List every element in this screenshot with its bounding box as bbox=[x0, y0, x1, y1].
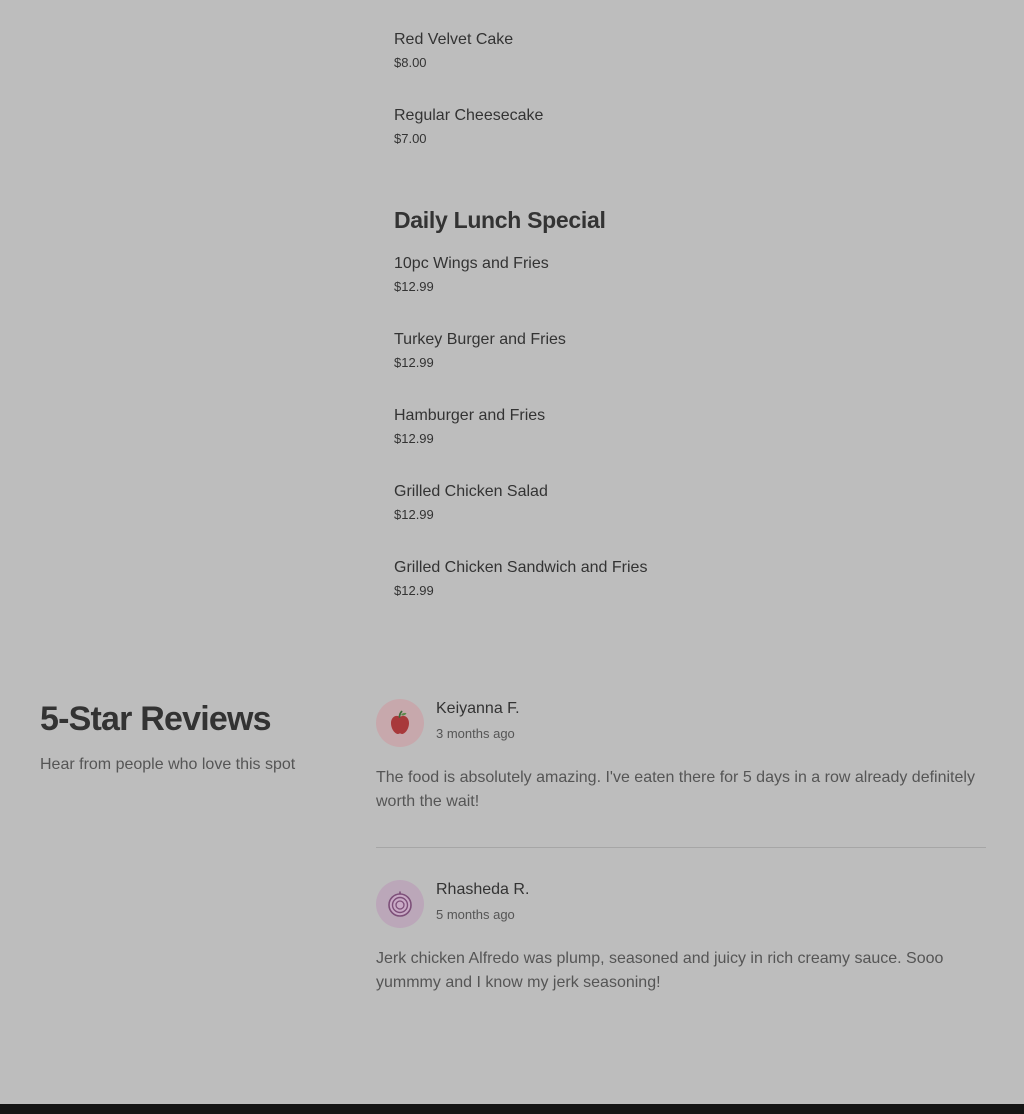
footer-bar bbox=[0, 1104, 1024, 1114]
menu-item-price: $7.00 bbox=[394, 131, 427, 146]
menu-item-price: $8.00 bbox=[394, 55, 427, 70]
reviewer-name: Rhasheda R. bbox=[436, 881, 530, 898]
lunch-special-title: Daily Lunch Special bbox=[394, 207, 606, 233]
menu-item-price: $12.99 bbox=[394, 355, 434, 370]
menu-item: Hamburger and Fries $12.99 bbox=[394, 406, 994, 447]
menu-item-price: $12.99 bbox=[394, 583, 434, 598]
menu-item-name: Turkey Burger and Fries bbox=[394, 331, 566, 348]
apple-icon bbox=[391, 710, 409, 734]
menu-item-price: $12.99 bbox=[394, 431, 434, 446]
menu-item: Turkey Burger and Fries $12.99 bbox=[394, 330, 994, 371]
menu-item-name: Grilled Chicken Sandwich and Fries bbox=[394, 559, 648, 576]
review-time: 5 months ago bbox=[436, 907, 515, 922]
reviewer-name: Keiyanna F. bbox=[436, 700, 520, 717]
avatar bbox=[376, 699, 424, 747]
review-time: 3 months ago bbox=[436, 726, 515, 741]
onion-icon bbox=[388, 891, 412, 917]
menu-item-name: Red Velvet Cake bbox=[394, 31, 514, 48]
menu-item-name: 10pc Wings and Fries bbox=[394, 255, 549, 272]
review-text: The food is absolutely amazing. I've eat… bbox=[376, 769, 975, 810]
menu-item: Grilled Chicken Sandwich and Fries $12.9… bbox=[394, 558, 994, 599]
menu-item-price: $12.99 bbox=[394, 279, 434, 294]
menu-item-price: $12.99 bbox=[394, 507, 434, 522]
reviews-heading: 5-Star Reviews bbox=[40, 700, 272, 738]
review-divider bbox=[376, 847, 986, 848]
avatar bbox=[376, 880, 424, 928]
menu-item: Regular Cheesecake $7.00 bbox=[394, 106, 994, 147]
menu-item: Red Velvet Cake $8.00 bbox=[394, 30, 994, 71]
menu-item-name: Regular Cheesecake bbox=[394, 107, 544, 124]
menu-item-name: Grilled Chicken Salad bbox=[394, 483, 548, 500]
menu-item: 10pc Wings and Fries $12.99 bbox=[394, 254, 994, 295]
menu-item: Grilled Chicken Salad $12.99 bbox=[394, 482, 994, 523]
menu-item-name: Hamburger and Fries bbox=[394, 407, 546, 424]
reviews-subheading: Hear from people who love this spot bbox=[40, 756, 296, 773]
review-text: Jerk chicken Alfredo was plump, seasoned… bbox=[376, 950, 944, 991]
